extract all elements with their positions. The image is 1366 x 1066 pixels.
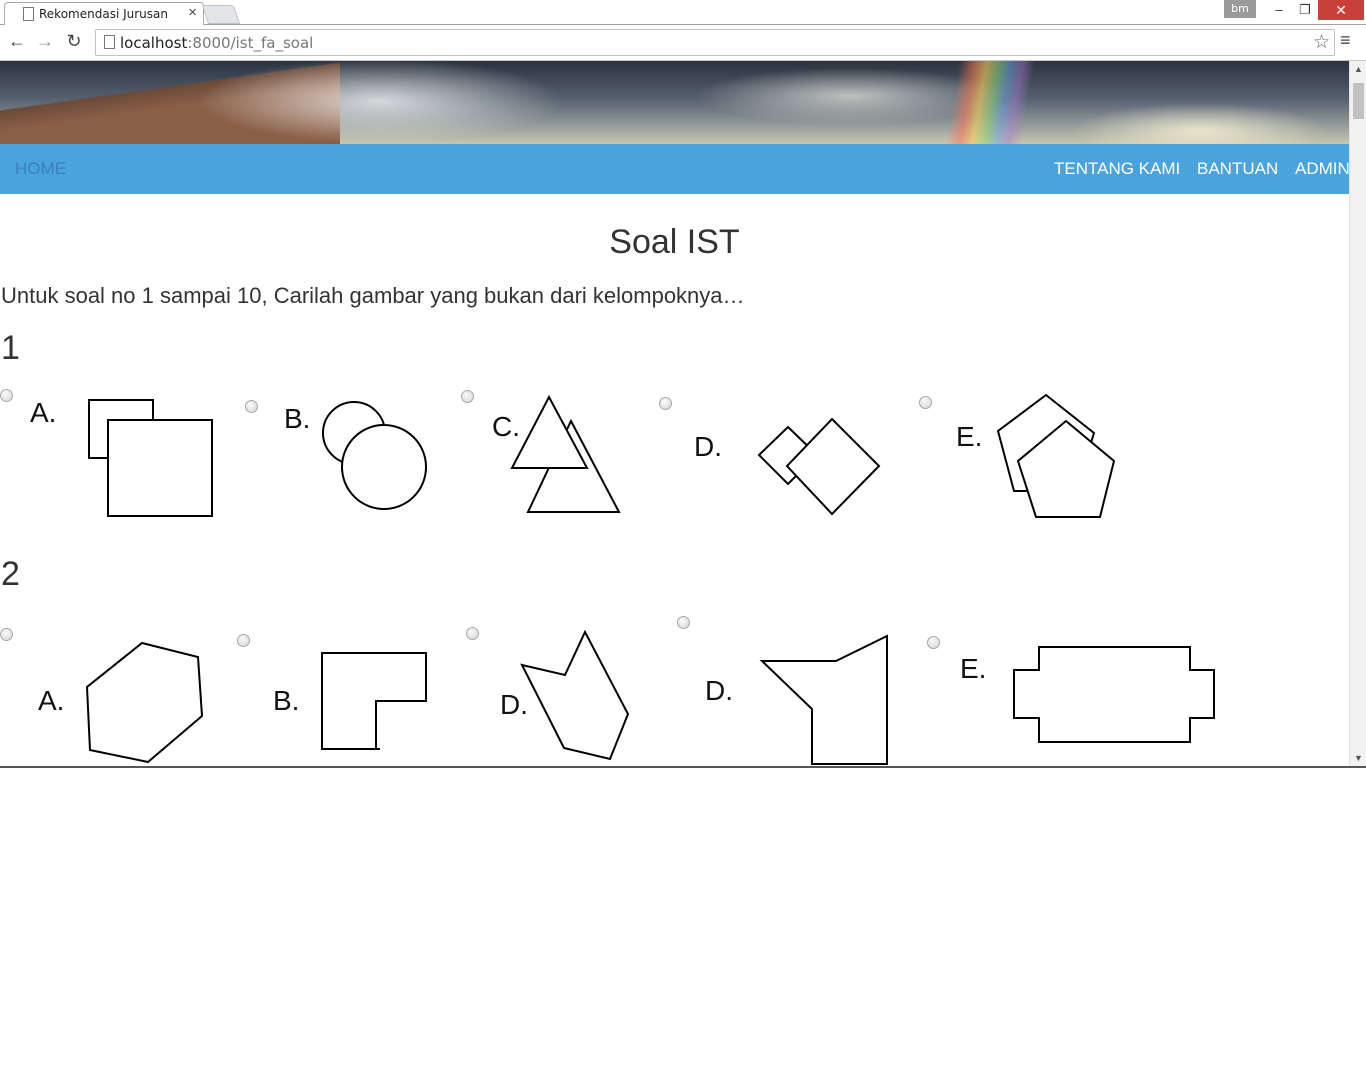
radio-q1-e[interactable] bbox=[919, 396, 932, 409]
scroll-up-icon[interactable]: ▲ bbox=[1354, 64, 1363, 74]
nav-home-link[interactable]: HOME bbox=[15, 159, 66, 179]
tab-strip: Rekomendasi Jurusan × bm – ❐ ✕ bbox=[0, 0, 1366, 25]
figure-two-squares bbox=[88, 399, 218, 524]
menu-icon[interactable]: ≡ bbox=[1340, 30, 1351, 51]
option-label: E. bbox=[956, 421, 983, 452]
figure-notched-rectangle bbox=[1012, 645, 1218, 750]
nav-about-link[interactable]: TENTANG KAMI bbox=[1054, 159, 1180, 179]
option-label: B. bbox=[284, 403, 311, 434]
radio-q2-a[interactable] bbox=[0, 628, 13, 641]
header-banner-image bbox=[0, 61, 1349, 144]
browser-toolbar: ← → ↻ localhost:8000/ist_fa_soal ☆ ≡ bbox=[0, 25, 1366, 61]
radio-q1-d[interactable] bbox=[659, 397, 672, 410]
option-label: D. bbox=[694, 431, 722, 462]
radio-q2-d[interactable] bbox=[677, 616, 690, 629]
restore-icon[interactable]: ❐ bbox=[1292, 0, 1318, 20]
option-label: B. bbox=[273, 685, 300, 716]
address-bar[interactable]: localhost:8000/ist_fa_soal ☆ bbox=[95, 29, 1335, 56]
option-label: A. bbox=[38, 685, 65, 716]
option-label: E. bbox=[960, 653, 987, 684]
back-icon[interactable]: ← bbox=[6, 31, 28, 52]
page-title: Soal IST bbox=[609, 223, 740, 261]
radio-q2-b[interactable] bbox=[237, 634, 250, 647]
figure-l-shape bbox=[320, 651, 430, 758]
scroll-down-icon[interactable]: ▼ bbox=[1354, 753, 1363, 763]
page-viewport: HOME TENTANG KAMI BANTUAN ADMIN Soal IST… bbox=[0, 61, 1349, 766]
navbar: HOME TENTANG KAMI BANTUAN ADMIN bbox=[0, 144, 1349, 194]
nav-admin-link[interactable]: ADMIN bbox=[1295, 159, 1349, 179]
scrollbar-thumb[interactable] bbox=[1353, 83, 1364, 119]
figure-arrow-pentagon bbox=[520, 629, 632, 766]
figure-hexagon bbox=[85, 641, 207, 766]
forward-icon[interactable]: → bbox=[34, 31, 56, 52]
tab-title: Rekomendasi Jurusan bbox=[39, 7, 168, 21]
bookmark-star-icon[interactable]: ☆ bbox=[1313, 31, 1330, 54]
figure-funnel-shape bbox=[759, 634, 892, 766]
question-number: 2 bbox=[1, 555, 20, 593]
new-tab-button[interactable] bbox=[201, 5, 241, 24]
vertical-scrollbar[interactable]: ▲ ▼ bbox=[1349, 61, 1366, 766]
instruction-text: Untuk soal no 1 sampai 10, Carilah gamba… bbox=[1, 283, 745, 308]
radio-q1-c[interactable] bbox=[461, 390, 474, 403]
option-label: A. bbox=[30, 397, 57, 428]
nav-help-link[interactable]: BANTUAN bbox=[1197, 159, 1278, 179]
page-icon bbox=[23, 7, 34, 21]
reload-icon[interactable]: ↻ bbox=[63, 31, 85, 52]
radio-q2-c[interactable] bbox=[466, 627, 479, 640]
figure-two-triangles bbox=[510, 394, 622, 519]
question-number: 1 bbox=[1, 329, 20, 367]
radio-q1-a[interactable] bbox=[0, 389, 13, 402]
url-path: :8000/ist_fa_soal bbox=[187, 34, 314, 52]
profile-badge[interactable]: bm bbox=[1224, 0, 1256, 18]
figure-two-circles bbox=[320, 401, 432, 518]
page-icon bbox=[104, 35, 115, 49]
minimize-icon[interactable]: – bbox=[1266, 0, 1292, 20]
browser-tab[interactable]: Rekomendasi Jurusan × bbox=[4, 2, 204, 25]
figure-two-diamonds bbox=[757, 417, 883, 523]
url-host: localhost bbox=[120, 34, 188, 52]
figure-two-pentagons bbox=[996, 393, 1118, 526]
radio-q2-e[interactable] bbox=[927, 636, 940, 649]
url-text[interactable]: localhost:8000/ist_fa_soal bbox=[120, 34, 313, 52]
window-close-icon[interactable]: ✕ bbox=[1318, 0, 1364, 20]
window-bottom-edge bbox=[0, 766, 1366, 768]
radio-q1-b[interactable] bbox=[245, 400, 258, 413]
option-label: D. bbox=[705, 675, 733, 706]
tab-close-icon[interactable]: × bbox=[188, 4, 197, 21]
